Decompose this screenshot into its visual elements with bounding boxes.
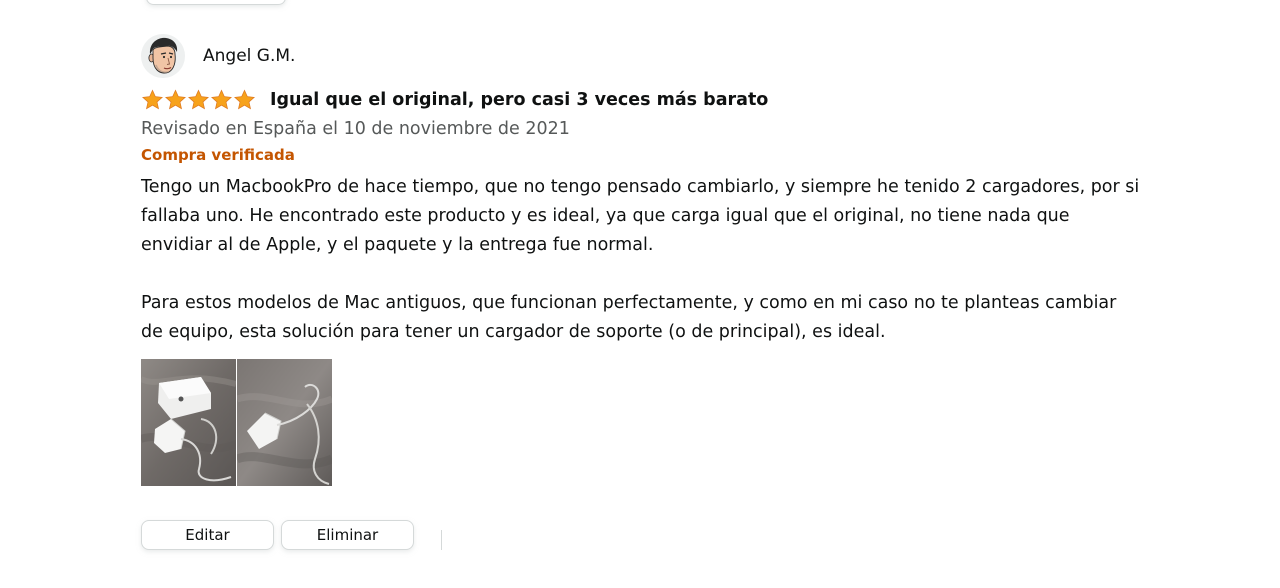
star-icon: [142, 89, 163, 110]
reviewer-profile[interactable]: Angel G.M.: [141, 34, 1141, 78]
customer-review: Angel G.M. Igual que el original, pero c…: [141, 34, 1141, 487]
avatar[interactable]: [141, 34, 185, 78]
review-actions: Editar Eliminar: [141, 520, 442, 550]
review-image-thumbnail[interactable]: [237, 359, 332, 486]
review-date: Revisado en España el 10 de noviembre de…: [141, 119, 570, 139]
review-title[interactable]: Igual que el original, pero casi 3 veces…: [270, 90, 768, 110]
review-image-thumbnail[interactable]: [141, 359, 236, 486]
review-title-row: Igual que el original, pero casi 3 veces…: [141, 87, 1141, 113]
divider: [441, 530, 442, 550]
charger-photo: [237, 359, 332, 486]
previous-button-edge[interactable]: [146, 0, 286, 5]
edit-button[interactable]: Editar: [141, 520, 274, 550]
star-icon: [165, 89, 186, 110]
delete-button[interactable]: Eliminar: [281, 520, 414, 550]
reviewer-name[interactable]: Angel G.M.: [203, 46, 295, 66]
star-icon: [211, 89, 232, 110]
verified-purchase-badge[interactable]: Compra verificada: [141, 145, 1141, 165]
review-images: [141, 359, 1141, 487]
star-icon: [234, 89, 255, 110]
review-body: Tengo un MacbookPro de hace tiempo, que …: [141, 173, 1141, 347]
charger-box-photo: [141, 359, 236, 486]
review-paragraph: Para estos modelos de Mac antiguos, que …: [141, 293, 1117, 342]
star-icon: [188, 89, 209, 110]
avatar-icon: [141, 34, 185, 78]
review-paragraph: Tengo un MacbookPro de hace tiempo, que …: [141, 177, 1140, 255]
star-rating[interactable]: [141, 88, 256, 112]
review-page: Angel G.M. Igual que el original, pero c…: [0, 0, 1280, 588]
